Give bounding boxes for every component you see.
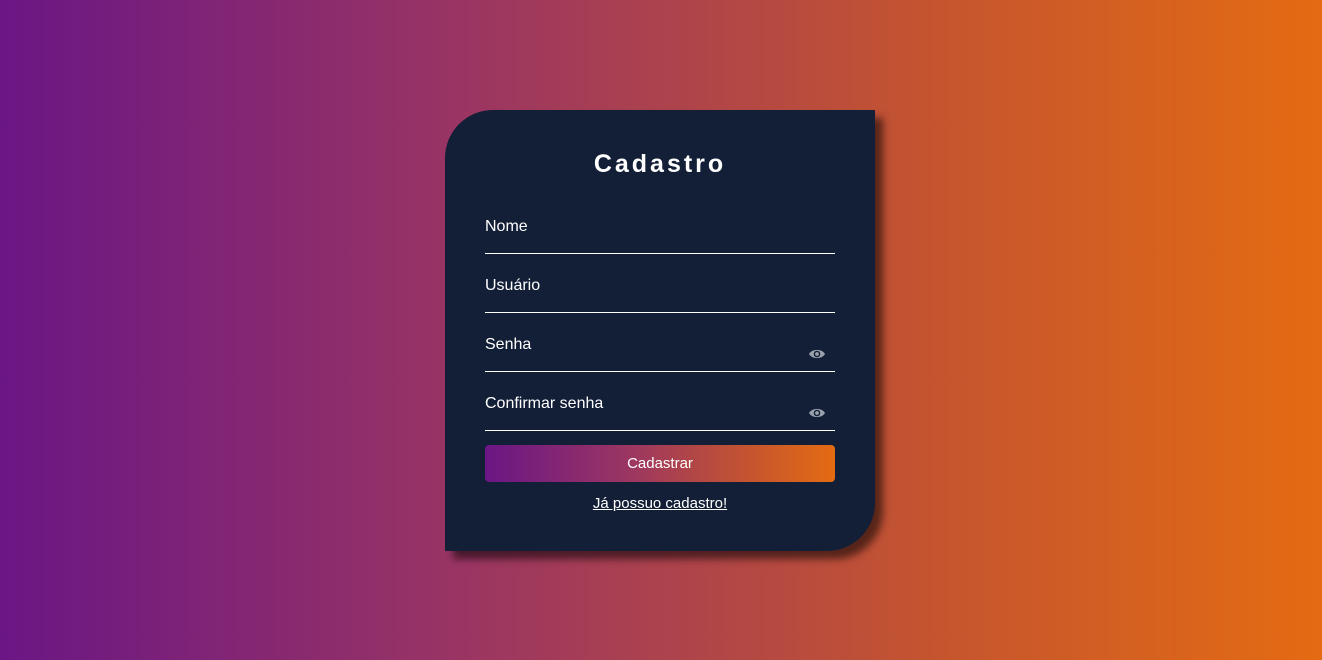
register-card: Cadastro Nome Usuário Senha Confirmar se… (445, 110, 875, 551)
eye-icon[interactable] (808, 406, 826, 420)
name-field[interactable]: Nome (485, 217, 839, 255)
password-input[interactable] (485, 335, 839, 373)
page-title: Cadastro (593, 150, 727, 178)
confirm-password-field[interactable]: Confirmar senha (485, 394, 839, 432)
password-field[interactable]: Senha (485, 335, 839, 373)
eye-icon[interactable] (808, 347, 826, 361)
name-input[interactable] (485, 217, 839, 255)
register-button[interactable]: Cadastrar (485, 445, 835, 482)
username-field[interactable]: Usuário (485, 276, 839, 314)
login-link[interactable]: Já possuo cadastro! (445, 495, 875, 512)
username-input[interactable] (485, 276, 839, 314)
confirm-password-input[interactable] (485, 394, 839, 432)
